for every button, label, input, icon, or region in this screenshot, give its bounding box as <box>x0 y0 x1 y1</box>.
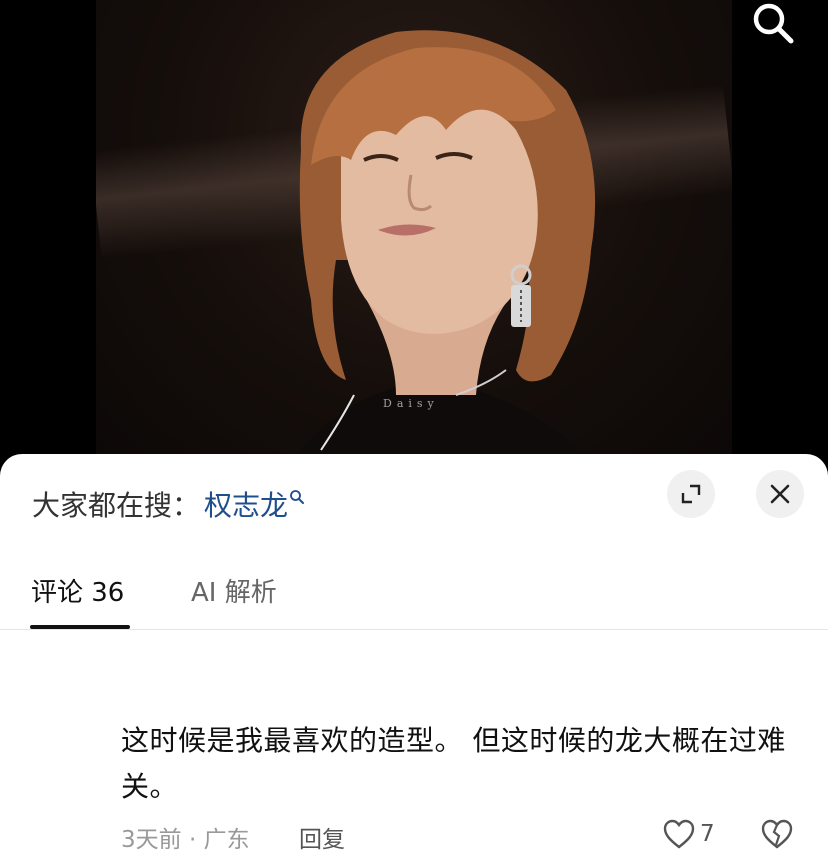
comment-time-location: 3天前 · 广东 <box>121 827 250 853</box>
like-button[interactable]: 7 <box>662 818 715 850</box>
close-button[interactable] <box>756 470 804 518</box>
watermark-text: Daisy <box>383 397 439 410</box>
close-icon <box>770 484 790 504</box>
like-count: 7 <box>700 821 715 847</box>
dislike-button[interactable] <box>760 818 794 854</box>
tab-ai-analysis[interactable]: AI 解析 <box>191 572 277 609</box>
tab-bar: 评论 36 AI 解析 <box>0 572 828 630</box>
expand-icon <box>681 484 701 504</box>
heart-icon <box>663 819 695 849</box>
tab-comments[interactable]: 评论 36 <box>31 572 124 609</box>
comment-text: 这时候是我最喜欢的造型。 但这时候的龙大概在过难关。 <box>121 724 786 803</box>
small-search-icon <box>290 490 305 504</box>
search-suggestion-label: 大家都在搜： <box>32 489 201 522</box>
search-icon <box>753 3 794 44</box>
post-photo[interactable]: Daisy <box>96 0 732 470</box>
search-suggestion[interactable]: 大家都在搜： 权志龙 <box>32 484 305 524</box>
broken-heart-icon <box>761 819 793 849</box>
search-button[interactable] <box>748 0 798 46</box>
expand-button[interactable] <box>667 470 715 518</box>
divider <box>0 629 828 630</box>
search-suggestion-keyword[interactable]: 权志龙 <box>204 484 288 524</box>
reply-button[interactable]: 回复 <box>299 820 345 854</box>
